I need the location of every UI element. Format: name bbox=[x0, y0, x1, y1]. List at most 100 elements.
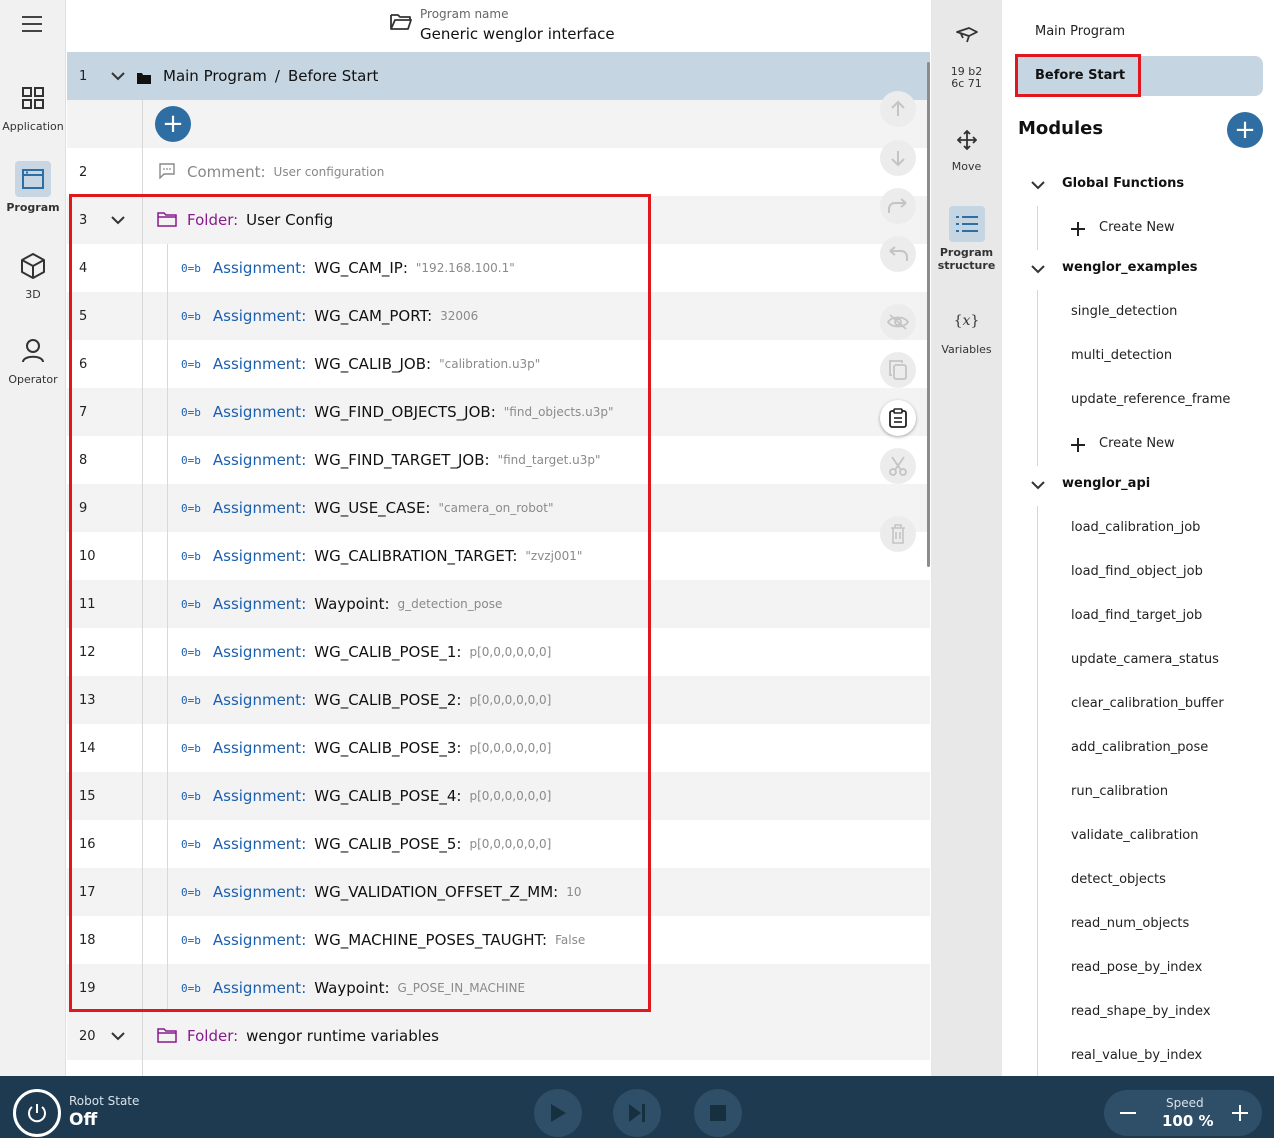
tree-row-assignment[interactable]: 15 0=b Assignment: WG_CALIB_POSE_4: p[0,0,0,… bbox=[67, 772, 930, 820]
module-function[interactable]: multi_detection bbox=[1071, 348, 1172, 363]
module-group-global-functions[interactable]: Global Functions bbox=[1062, 176, 1184, 191]
variable-name: WG_MACHINE_POSES_TAUGHT: bbox=[314, 931, 548, 949]
toolbar-program-structure[interactable]: Program structure bbox=[931, 206, 1002, 272]
folder-name: User Config bbox=[246, 211, 334, 229]
step-button[interactable] bbox=[613, 1089, 661, 1137]
chevron-down-icon[interactable] bbox=[111, 69, 125, 83]
tree-row-assignment[interactable]: 10 0=b Assignment: WG_CALIBRATION_TARGET: "z… bbox=[67, 532, 930, 580]
line-number: 17 bbox=[79, 885, 96, 900]
module-function[interactable]: update_reference_frame bbox=[1071, 392, 1230, 407]
speed-decrease-button[interactable] bbox=[1112, 1097, 1144, 1129]
tree-row-assignment[interactable]: 18 0=b Assignment: WG_MACHINE_POSES_TAUGHT:… bbox=[67, 916, 930, 964]
toolbar-variables[interactable]: {x} Variables bbox=[931, 313, 1002, 356]
tree-row-main-program[interactable]: 1 Main Program / Before Start bbox=[67, 52, 930, 100]
copy-button[interactable] bbox=[880, 352, 916, 388]
variable-value: p[0,0,0,0,0,0] bbox=[469, 741, 552, 755]
play-button[interactable] bbox=[534, 1089, 582, 1137]
folder-keyword: Folder: bbox=[187, 1027, 239, 1045]
add-node-button[interactable]: + bbox=[155, 106, 191, 142]
nav-operator[interactable]: Operator bbox=[0, 333, 66, 386]
module-function[interactable]: real_value_by_index bbox=[1071, 1048, 1202, 1063]
cut-button[interactable] bbox=[880, 448, 916, 484]
chevron-down-icon[interactable] bbox=[1031, 477, 1045, 496]
variable-value: 32006 bbox=[440, 309, 479, 323]
plus-icon[interactable] bbox=[1071, 437, 1085, 456]
main-program-link[interactable]: Main Program bbox=[1035, 24, 1125, 39]
tree-row-comment[interactable]: 2 Comment: User configuration bbox=[67, 148, 930, 196]
undo-button[interactable] bbox=[880, 236, 916, 272]
tree-row-assignment[interactable]: 17 0=b Assignment: WG_VALIDATION_OFFSET_Z_M… bbox=[67, 868, 930, 916]
module-function[interactable]: load_find_object_job bbox=[1071, 564, 1203, 579]
tree-scrollbar[interactable] bbox=[927, 62, 930, 567]
tree-row-assignment[interactable]: 14 0=b Assignment: WG_CALIB_POSE_3: p[0,0,0,… bbox=[67, 724, 930, 772]
paste-button[interactable] bbox=[880, 400, 916, 436]
line-number: 14 bbox=[79, 741, 96, 756]
line-number: 10 bbox=[79, 549, 96, 564]
tree-row-folder-runtime[interactable]: 20 Folder: wengor runtime variables bbox=[67, 1012, 930, 1060]
speed-increase-button[interactable] bbox=[1224, 1097, 1256, 1129]
redo-button[interactable] bbox=[880, 188, 916, 224]
breadcrumb-before-start[interactable]: Before Start bbox=[288, 67, 378, 85]
module-function[interactable]: read_pose_by_index bbox=[1071, 960, 1202, 975]
tree-row-assignment[interactable]: 19 0=b Assignment: Waypoint: G_POSE_IN_MACHI… bbox=[67, 964, 930, 1012]
module-function[interactable]: add_calibration_pose bbox=[1071, 740, 1208, 755]
nav-3d[interactable]: 3D bbox=[0, 248, 66, 301]
module-group-wenglor-examples[interactable]: wenglor_examples bbox=[1062, 260, 1198, 275]
robot-id: 19 b2 6c 71 bbox=[931, 66, 1002, 90]
toolbar-move[interactable]: Move bbox=[931, 130, 1002, 173]
robot-connect-icon[interactable] bbox=[955, 26, 979, 48]
add-module-button[interactable]: + bbox=[1227, 112, 1263, 148]
indent-guide bbox=[167, 772, 168, 820]
chevron-down-icon[interactable] bbox=[111, 1029, 125, 1043]
create-new-button[interactable]: Create New bbox=[1099, 436, 1175, 451]
module-group-wenglor-api[interactable]: wenglor_api bbox=[1062, 476, 1150, 491]
module-function[interactable]: single_detection bbox=[1071, 304, 1177, 319]
tree-row-assignment[interactable]: 6 0=b Assignment: WG_CALIB_JOB: "calibration… bbox=[67, 340, 930, 388]
assignment-keyword: Assignment: bbox=[212, 835, 307, 853]
assignment-keyword: Assignment: bbox=[212, 451, 307, 469]
tree-row-assignment[interactable]: 9 0=b Assignment: WG_USE_CASE: "camera_on_ro… bbox=[67, 484, 930, 532]
menu-icon[interactable] bbox=[22, 16, 42, 34]
program-name[interactable]: Generic wenglor interface bbox=[420, 25, 615, 43]
module-function[interactable]: run_calibration bbox=[1071, 784, 1168, 799]
move-down-button[interactable] bbox=[880, 140, 916, 176]
plus-icon[interactable] bbox=[1071, 221, 1085, 240]
assignment-icon: 0=b bbox=[181, 981, 201, 995]
chevron-down-icon[interactable] bbox=[111, 213, 125, 227]
breadcrumb-main-program[interactable]: Main Program bbox=[163, 67, 267, 85]
module-function[interactable]: validate_calibration bbox=[1071, 828, 1199, 843]
module-function[interactable]: load_find_target_job bbox=[1071, 608, 1202, 623]
variable-name: WG_CALIB_POSE_3: bbox=[314, 739, 462, 757]
line-number: 19 bbox=[79, 981, 96, 996]
line-number: 6 bbox=[79, 357, 88, 372]
tree-row-assignment[interactable]: 12 0=b Assignment: WG_CALIB_POSE_1: p[0,0,0,… bbox=[67, 628, 930, 676]
tree-row-assignment[interactable]: 16 0=b Assignment: WG_CALIB_POSE_5: p[0,0,0,… bbox=[67, 820, 930, 868]
module-function[interactable]: update_camera_status bbox=[1071, 652, 1219, 667]
module-function[interactable]: clear_calibration_buffer bbox=[1071, 696, 1224, 711]
tree-row-assignment[interactable]: 13 0=b Assignment: WG_CALIB_POSE_2: p[0,0,0,… bbox=[67, 676, 930, 724]
line-number: 15 bbox=[79, 789, 96, 804]
tree-row-assignment[interactable]: 7 0=b Assignment: WG_FIND_OBJECTS_JOB: "find… bbox=[67, 388, 930, 436]
module-function[interactable]: detect_objects bbox=[1071, 872, 1166, 887]
create-new-button[interactable]: Create New bbox=[1099, 220, 1175, 235]
tree-row-assignment[interactable]: 8 0=b Assignment: WG_FIND_TARGET_JOB: "find_… bbox=[67, 436, 930, 484]
indent-guide bbox=[167, 532, 168, 580]
tree-row-assignment[interactable]: 11 0=b Assignment: Waypoint: g_detection_pos… bbox=[67, 580, 930, 628]
module-function[interactable]: read_shape_by_index bbox=[1071, 1004, 1211, 1019]
chevron-down-icon[interactable] bbox=[1031, 177, 1045, 196]
line-number: 9 bbox=[79, 501, 88, 516]
nav-program[interactable]: Program bbox=[0, 161, 66, 214]
tree-row-assignment[interactable]: 4 0=b Assignment: WG_CAM_IP: "192.168.100.1" bbox=[67, 244, 930, 292]
module-function[interactable]: load_calibration_job bbox=[1071, 520, 1200, 535]
line-number: 7 bbox=[79, 405, 88, 420]
stop-button[interactable] bbox=[694, 1089, 742, 1137]
module-function[interactable]: read_num_objects bbox=[1071, 916, 1189, 931]
tree-row-folder-user-config[interactable]: 3 Folder: User Config bbox=[67, 196, 930, 244]
tree-row-assignment[interactable]: 5 0=b Assignment: WG_CAM_PORT: 32006 bbox=[67, 292, 930, 340]
power-button[interactable] bbox=[13, 1089, 61, 1137]
nav-application[interactable]: Application bbox=[0, 80, 66, 133]
delete-button[interactable] bbox=[880, 516, 916, 552]
move-up-button[interactable] bbox=[880, 91, 916, 127]
hide-button[interactable] bbox=[880, 304, 916, 340]
chevron-down-icon[interactable] bbox=[1031, 261, 1045, 280]
